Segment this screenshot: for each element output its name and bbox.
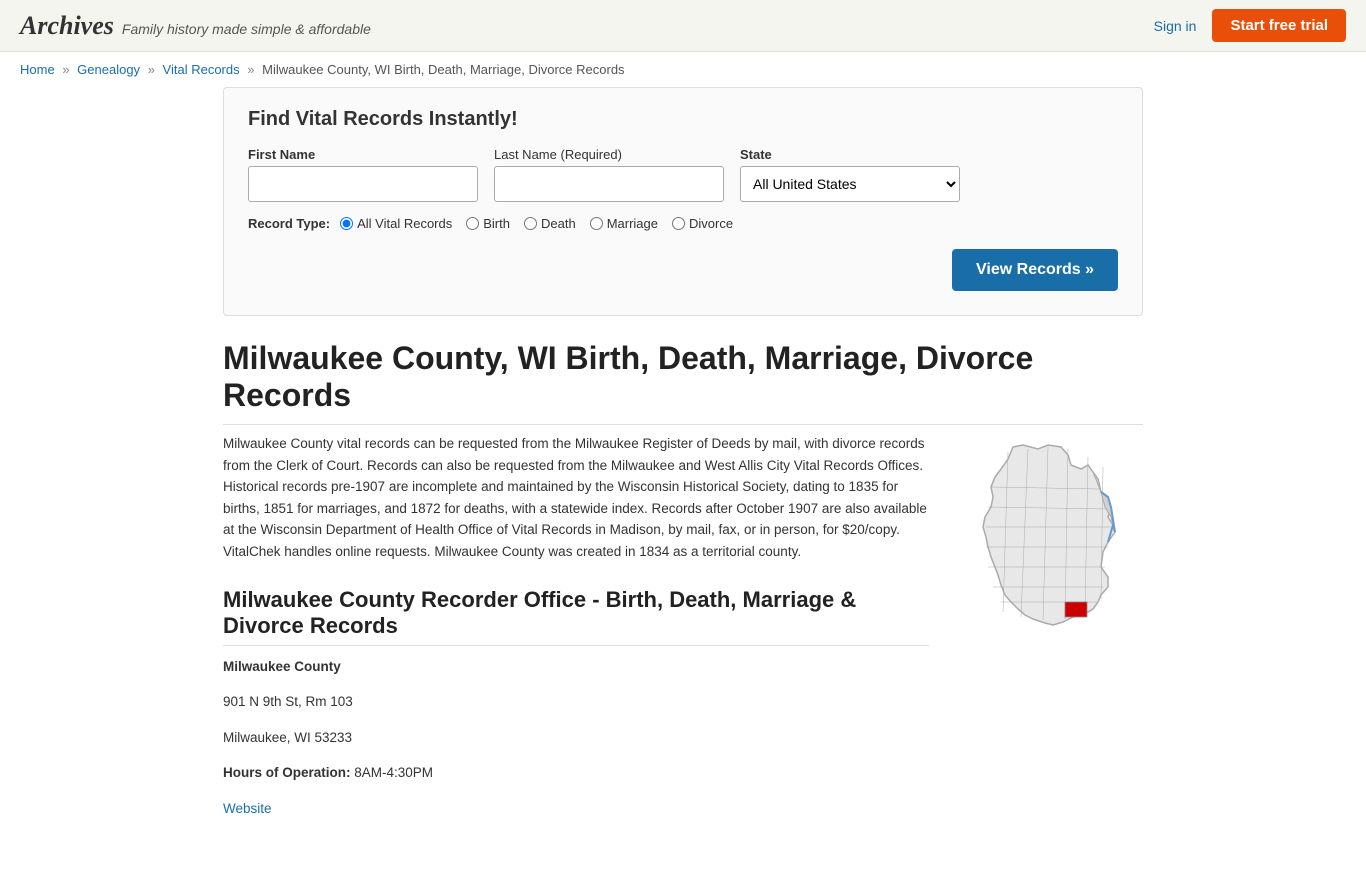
breadcrumb: Home » Genealogy » Vital Records » Milwa… xyxy=(0,52,1366,87)
breadcrumb-sep-1: » xyxy=(62,62,69,77)
breadcrumb-sep-2: » xyxy=(148,62,155,77)
record-type-birth-radio[interactable] xyxy=(466,217,479,230)
breadcrumb-sep-3: » xyxy=(247,62,254,77)
state-field-group: State All United States Wisconsin Illino… xyxy=(740,147,960,202)
record-type-marriage[interactable]: Marriage xyxy=(590,216,658,231)
first-name-field-group: First Name xyxy=(248,147,478,202)
record-type-all-label: All Vital Records xyxy=(357,216,452,231)
wi-counties-bg xyxy=(983,445,1115,625)
record-type-marriage-label: Marriage xyxy=(607,216,658,231)
record-type-death-radio[interactable] xyxy=(524,217,537,230)
header-left: Archives Family history made simple & af… xyxy=(20,11,371,41)
search-fields: First Name Last Name (Required) State Al… xyxy=(248,147,1118,202)
breadcrumb-genealogy[interactable]: Genealogy xyxy=(77,62,140,77)
record-type-all[interactable]: All Vital Records xyxy=(340,216,452,231)
view-records-row: View Records » xyxy=(248,249,1118,291)
record-type-label: Record Type: xyxy=(248,216,330,231)
header-right: Sign in Start free trial xyxy=(1154,9,1346,42)
content-text: Milwaukee County vital records can be re… xyxy=(223,433,929,834)
state-select[interactable]: All United States Wisconsin Illinois Min… xyxy=(740,166,960,202)
record-type-all-radio[interactable] xyxy=(340,217,353,230)
view-records-button[interactable]: View Records » xyxy=(952,249,1118,291)
breadcrumb-current: Milwaukee County, WI Birth, Death, Marri… xyxy=(262,62,624,77)
first-name-input[interactable] xyxy=(248,166,478,202)
start-trial-button[interactable]: Start free trial xyxy=(1212,9,1346,42)
record-type-death[interactable]: Death xyxy=(524,216,576,231)
milwaukee-county-highlight xyxy=(1065,602,1087,617)
record-type-row: Record Type: All Vital Records Birth Dea… xyxy=(248,216,1118,231)
header-tagline: Family history made simple & affordable xyxy=(122,21,371,37)
sign-in-link[interactable]: Sign in xyxy=(1154,18,1197,34)
site-header: Archives Family history made simple & af… xyxy=(0,0,1366,52)
last-name-field-group: Last Name (Required) xyxy=(494,147,724,202)
search-box: Find Vital Records Instantly! First Name… xyxy=(223,87,1143,316)
office-city-state: Milwaukee, WI 53233 xyxy=(223,727,929,749)
page-title: Milwaukee County, WI Birth, Death, Marri… xyxy=(223,340,1143,425)
record-type-divorce-radio[interactable] xyxy=(672,217,685,230)
wisconsin-map-svg xyxy=(953,437,1143,647)
last-name-label: Last Name (Required) xyxy=(494,147,724,162)
first-name-label: First Name xyxy=(248,147,478,162)
record-type-death-label: Death xyxy=(541,216,576,231)
office-name: Milwaukee County xyxy=(223,659,341,674)
wi-map xyxy=(953,437,1143,834)
record-type-birth-label: Birth xyxy=(483,216,510,231)
record-type-marriage-radio[interactable] xyxy=(590,217,603,230)
breadcrumb-vital-records[interactable]: Vital Records xyxy=(163,62,240,77)
record-type-divorce-label: Divorce xyxy=(689,216,733,231)
record-type-birth[interactable]: Birth xyxy=(466,216,510,231)
content-area: Milwaukee County vital records can be re… xyxy=(223,433,1143,834)
site-logo: Archives xyxy=(20,11,114,41)
state-label: State xyxy=(740,147,960,162)
main-content: Find Vital Records Instantly! First Name… xyxy=(203,87,1163,874)
search-title: Find Vital Records Instantly! xyxy=(248,108,1118,131)
office-address1: 901 N 9th St, Rm 103 xyxy=(223,691,929,713)
last-name-input[interactable] xyxy=(494,166,724,202)
wi-outline xyxy=(983,445,1115,625)
recorder-heading: Milwaukee County Recorder Office - Birth… xyxy=(223,587,929,646)
office-info: Milwaukee County 901 N 9th St, Rm 103 Mi… xyxy=(223,656,929,820)
description-text: Milwaukee County vital records can be re… xyxy=(223,433,929,563)
breadcrumb-home[interactable]: Home xyxy=(20,62,55,77)
website-link[interactable]: Website xyxy=(223,801,272,816)
record-type-divorce[interactable]: Divorce xyxy=(672,216,733,231)
